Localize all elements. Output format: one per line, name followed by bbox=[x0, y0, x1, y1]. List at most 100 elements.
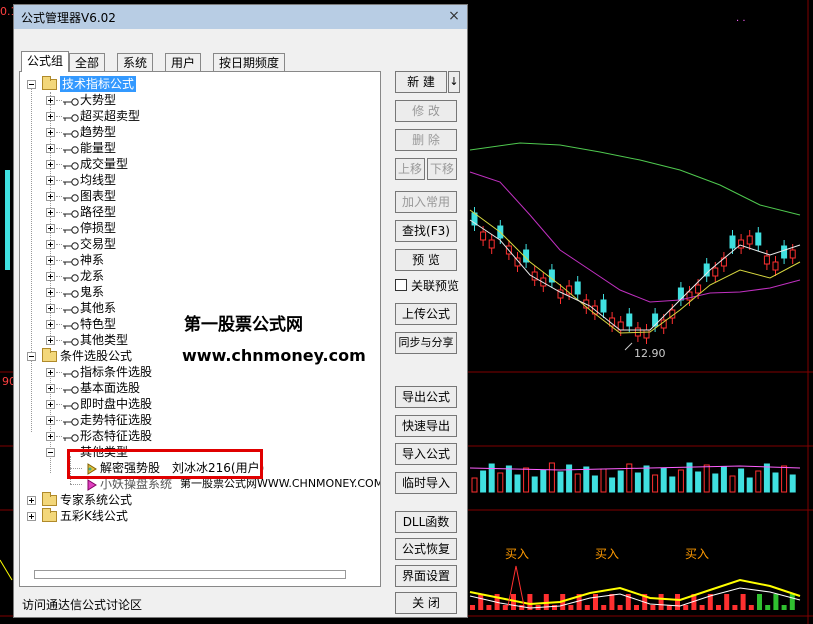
new-dropdown-button[interactable]: ↓ bbox=[448, 71, 460, 93]
tree-item[interactable]: 交易型 bbox=[20, 236, 380, 252]
key-icon bbox=[62, 111, 79, 122]
tree-item[interactable]: 均线型 bbox=[20, 172, 380, 188]
expand-icon[interactable] bbox=[46, 288, 55, 297]
tree-item[interactable]: 走势特征选股 bbox=[20, 412, 380, 428]
expand-icon[interactable] bbox=[46, 384, 55, 393]
indicator-bar bbox=[568, 605, 574, 610]
expand-icon[interactable] bbox=[46, 128, 55, 137]
candle bbox=[729, 235, 736, 249]
volume-bar bbox=[497, 472, 504, 493]
tree-item[interactable]: 停损型 bbox=[20, 220, 380, 236]
collapse-icon[interactable] bbox=[27, 80, 36, 89]
buy-label-1: 买入 bbox=[505, 547, 529, 561]
expand-icon[interactable] bbox=[46, 432, 55, 441]
export-formula-button[interactable]: 导出公式 bbox=[395, 386, 457, 408]
expand-icon[interactable] bbox=[46, 320, 55, 329]
find-button[interactable]: 查找(F3) bbox=[395, 220, 457, 242]
quick-export-button[interactable]: 快速导出 bbox=[395, 415, 457, 437]
indicator-bar bbox=[593, 594, 598, 610]
expand-icon[interactable] bbox=[46, 112, 55, 121]
tree-item[interactable]: 能量型 bbox=[20, 140, 380, 156]
modify-button[interactable]: 修 改 bbox=[395, 100, 457, 122]
expand-icon[interactable] bbox=[46, 144, 55, 153]
tree-group-indicators[interactable]: 技术指标公式 bbox=[20, 76, 380, 92]
candle bbox=[720, 257, 727, 267]
expand-icon[interactable] bbox=[46, 224, 55, 233]
tree-item[interactable]: 趋势型 bbox=[20, 124, 380, 140]
key-icon bbox=[62, 239, 79, 250]
add-to-common-button[interactable]: 加入常用 bbox=[395, 191, 457, 213]
tree-item[interactable]: 超买超卖型 bbox=[20, 108, 380, 124]
import-formula-button[interactable]: 导入公式 bbox=[395, 443, 457, 465]
tree-group-expert-system[interactable]: 专家系统公式 bbox=[20, 492, 380, 508]
volume-bar bbox=[763, 463, 770, 493]
expand-icon[interactable] bbox=[46, 208, 55, 217]
delete-button[interactable]: 删 除 bbox=[395, 129, 457, 151]
expand-icon[interactable] bbox=[27, 496, 36, 505]
key-icon bbox=[62, 95, 79, 106]
tree-item-label: 路径型 bbox=[80, 205, 117, 219]
tree-item[interactable]: 神系 bbox=[20, 252, 380, 268]
volume-bar bbox=[738, 468, 745, 493]
candle bbox=[574, 281, 581, 295]
ui-settings-button[interactable]: 界面设置 bbox=[395, 565, 457, 587]
expand-icon[interactable] bbox=[46, 368, 55, 377]
upload-formula-button[interactable]: 上传公式 bbox=[395, 303, 457, 325]
move-down-button[interactable]: 下移 bbox=[427, 158, 457, 180]
expand-icon[interactable] bbox=[46, 416, 55, 425]
tree-group-color-kline[interactable]: 五彩K线公式 bbox=[20, 508, 380, 524]
expand-icon[interactable] bbox=[46, 160, 55, 169]
collapse-icon[interactable] bbox=[27, 352, 36, 361]
tab-by-date-frequency[interactable]: 按日期频度 bbox=[213, 53, 286, 71]
expand-icon[interactable] bbox=[46, 336, 55, 345]
tree-item-label: 图表型 bbox=[80, 189, 117, 203]
tree-item[interactable]: 龙系 bbox=[20, 268, 380, 284]
tree-item-label: 交易型 bbox=[80, 237, 117, 251]
expand-icon[interactable] bbox=[46, 192, 55, 201]
tab-all[interactable]: 全部 bbox=[69, 53, 106, 71]
move-up-button[interactable]: 上移 bbox=[395, 158, 425, 180]
tree-item[interactable]: 大势型 bbox=[20, 92, 380, 108]
tree-item[interactable]: 图表型 bbox=[20, 188, 380, 204]
highlight-box bbox=[67, 449, 263, 479]
tree-item[interactable]: 指标条件选股 bbox=[20, 364, 380, 380]
key-icon bbox=[62, 287, 79, 298]
tab-formula-group[interactable]: 公式组 bbox=[21, 51, 70, 72]
tree-item-label: 神系 bbox=[80, 253, 105, 267]
key-icon bbox=[62, 175, 79, 186]
collapse-icon[interactable] bbox=[46, 448, 55, 457]
dll-function-button[interactable]: DLL函数 bbox=[395, 511, 457, 533]
expand-icon[interactable] bbox=[46, 400, 55, 409]
title-bar[interactable]: 公式管理器V6.02 × bbox=[14, 5, 467, 29]
indicator-bar bbox=[601, 605, 607, 610]
expand-icon[interactable] bbox=[46, 240, 55, 249]
key-icon bbox=[62, 143, 79, 154]
expand-icon[interactable] bbox=[46, 176, 55, 185]
formula-restore-button[interactable]: 公式恢复 bbox=[395, 538, 457, 560]
expand-icon[interactable] bbox=[46, 256, 55, 265]
preview-button[interactable]: 预 览 bbox=[395, 249, 457, 271]
temp-import-button[interactable]: 临时导入 bbox=[395, 472, 457, 494]
expand-icon[interactable] bbox=[46, 304, 55, 313]
tab-user[interactable]: 用户 bbox=[165, 53, 202, 71]
volume-bar bbox=[540, 469, 547, 493]
tree-item-label: 特色型 bbox=[80, 317, 117, 331]
new-button[interactable]: 新 建 bbox=[395, 71, 447, 93]
tree-item[interactable]: 形态特征选股 bbox=[20, 428, 380, 444]
tab-system[interactable]: 系统 bbox=[117, 53, 154, 71]
tree-item[interactable]: 路径型 bbox=[20, 204, 380, 220]
linked-preview-checkbox[interactable] bbox=[395, 279, 407, 291]
close-button[interactable]: 关 闭 bbox=[395, 592, 457, 614]
expand-icon[interactable] bbox=[46, 272, 55, 281]
tree-item[interactable]: 鬼系 bbox=[20, 284, 380, 300]
close-window-button[interactable]: × bbox=[445, 7, 463, 25]
horizontal-scrollbar[interactable] bbox=[34, 570, 346, 579]
sync-share-button[interactable]: 同步与分享 bbox=[395, 332, 457, 354]
expand-icon[interactable] bbox=[46, 96, 55, 105]
ma-line-yellow bbox=[469, 209, 801, 334]
tree-item[interactable]: 成交量型 bbox=[20, 156, 380, 172]
status-link[interactable]: 访问通达信公式讨论区 bbox=[22, 596, 142, 613]
tree-item[interactable]: 基本面选股 bbox=[20, 380, 380, 396]
expand-icon[interactable] bbox=[27, 512, 36, 521]
tree-item[interactable]: 即时盘中选股 bbox=[20, 396, 380, 412]
